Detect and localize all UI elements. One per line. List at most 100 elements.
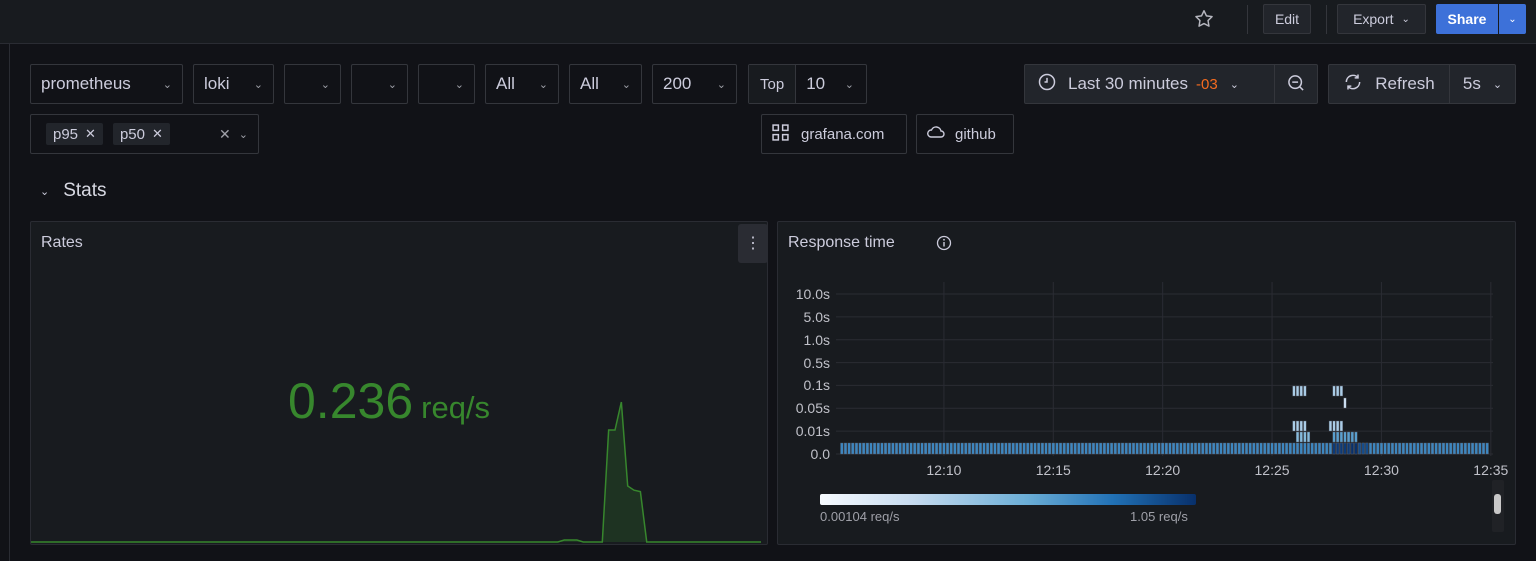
- percentile-multiselect[interactable]: p95 ✕ p50 ✕ ✕ ⌄: [30, 114, 259, 154]
- panel-menu-button[interactable]: ⋮: [738, 224, 768, 263]
- heatmap-cell: [1321, 442, 1325, 455]
- legend-max-label: 1.05 req/s: [1130, 509, 1188, 524]
- chevron-down-icon: ⌄: [454, 78, 464, 91]
- variable-select-all-2[interactable]: All ⌄: [569, 64, 642, 104]
- datasource-select[interactable]: prometheus ⌄: [30, 64, 183, 104]
- heatmap-cell: [1416, 442, 1420, 455]
- heatmap-cell: [1073, 442, 1077, 455]
- heatmap-cell: [862, 442, 866, 455]
- heatmap-cell: [1029, 442, 1033, 455]
- heatmap-cell: [876, 442, 880, 455]
- heatmap-cell: [935, 442, 939, 455]
- heatmap-cell: [1102, 442, 1106, 455]
- panel-title: Rates: [41, 234, 83, 251]
- heatmap-cell: [1113, 442, 1117, 455]
- heatmap-cell: [1004, 442, 1008, 455]
- heatmap-cell: [884, 442, 888, 455]
- zoom-out-button[interactable]: [1274, 64, 1318, 104]
- heatmap-cell: [1409, 442, 1413, 455]
- heatmap-cell: [1175, 442, 1179, 455]
- heatmap-cell: [971, 442, 975, 455]
- link-label: grafana.com: [801, 125, 885, 143]
- refresh-interval-select[interactable]: 5s ⌄: [1449, 64, 1516, 104]
- variable-select-2[interactable]: ⌄: [351, 64, 408, 104]
- heatmap-cell: [1172, 442, 1176, 455]
- heatmap-cell: [1303, 420, 1307, 432]
- row-stats-toggle[interactable]: ⌄ Stats: [40, 180, 107, 202]
- heatmap-cell: [982, 442, 986, 455]
- heatmap-cell: [1161, 442, 1165, 455]
- remove-tag-icon[interactable]: ✕: [85, 126, 96, 142]
- heatmap-cell: [1332, 420, 1336, 432]
- heatmap-cell: [924, 442, 928, 455]
- heatmap-cell: [1142, 442, 1146, 455]
- heatmap-cell: [1471, 442, 1475, 455]
- chevron-down-icon: ⌄: [387, 78, 397, 91]
- heatmap-cell: [1325, 442, 1329, 455]
- heatmap-cell: [847, 442, 851, 455]
- heatmap-cell: [1015, 442, 1019, 455]
- heatmap-cell: [1463, 442, 1467, 455]
- heatmap-cell: [1164, 442, 1168, 455]
- heatmap-cell: [1285, 442, 1289, 455]
- heatmap-cell: [1303, 385, 1307, 397]
- divider: [1247, 5, 1248, 34]
- heatmap-cell: [1332, 385, 1336, 397]
- heatmap-cell: [1011, 442, 1015, 455]
- heatmap-cell: [1274, 442, 1278, 455]
- top-value: 10: [806, 74, 826, 93]
- heatmap-cell: [975, 442, 979, 455]
- variable-select-3[interactable]: ⌄: [418, 64, 475, 104]
- scrollbar-thumb[interactable]: [1494, 494, 1501, 514]
- heatmap-cell: [1241, 442, 1245, 455]
- heatmap-cell: [909, 442, 913, 455]
- export-label: Export: [1353, 11, 1394, 27]
- logs-datasource-select[interactable]: loki ⌄: [193, 64, 274, 104]
- refresh-button[interactable]: Refresh: [1328, 64, 1450, 104]
- heatmap-cell: [1183, 442, 1187, 455]
- legend-scrollbar[interactable]: [1492, 480, 1504, 532]
- variable-select-all-1[interactable]: All ⌄: [485, 64, 559, 104]
- rates-sparkline: [31, 401, 761, 543]
- variable-select-1[interactable]: ⌄: [284, 64, 341, 104]
- heatmap-cell: [840, 442, 844, 455]
- heatmap-cell: [1299, 431, 1303, 443]
- heatmap-cell: [1299, 385, 1303, 397]
- share-options-button[interactable]: ⌄: [1499, 4, 1526, 34]
- heatmap-cell: [1332, 442, 1336, 455]
- edit-button[interactable]: Edit: [1263, 4, 1311, 34]
- heatmap-cell: [1452, 442, 1456, 455]
- heatmap-cell: [869, 442, 873, 455]
- sparkline-area: [31, 402, 761, 542]
- heatmap-cell: [956, 442, 961, 455]
- heatmap-cell: [1423, 442, 1427, 455]
- logs-value: loki: [204, 74, 230, 93]
- heatmap-cell: [858, 442, 862, 455]
- heatmap-cell: [854, 442, 858, 455]
- link-github[interactable]: github: [916, 114, 1014, 154]
- heatmap-cell: [1420, 442, 1424, 455]
- heatmap-cell: [1332, 431, 1336, 443]
- heatmap-cell: [851, 442, 855, 455]
- top-select[interactable]: Top 10 ⌄: [748, 64, 867, 104]
- remove-tag-icon[interactable]: ✕: [152, 126, 163, 142]
- heatmap-cell: [1091, 442, 1095, 455]
- export-button[interactable]: Export ⌄: [1337, 4, 1426, 34]
- link-grafana[interactable]: grafana.com: [761, 114, 907, 154]
- heatmap-cell: [993, 442, 997, 455]
- heatmap-cell: [1157, 442, 1161, 455]
- share-button[interactable]: Share: [1436, 4, 1498, 34]
- heatmap-cell: [1022, 442, 1026, 455]
- heatmap-cell: [1339, 420, 1343, 432]
- heatmap-cell: [1277, 442, 1281, 455]
- clear-icon[interactable]: ✕: [219, 126, 231, 143]
- time-range-picker[interactable]: Last 30 minutes -03 ⌄: [1024, 64, 1275, 104]
- datasource-value: prometheus: [41, 74, 131, 93]
- heatmap-cell: [1317, 442, 1321, 455]
- heatmap-cell: [1263, 442, 1267, 455]
- status-select[interactable]: 200 ⌄: [652, 64, 737, 104]
- heatmap-cell: [1018, 442, 1023, 455]
- heatmap-cell: [1281, 442, 1285, 455]
- chevron-down-icon: ⌄: [1508, 13, 1517, 25]
- star-icon[interactable]: [1193, 8, 1215, 30]
